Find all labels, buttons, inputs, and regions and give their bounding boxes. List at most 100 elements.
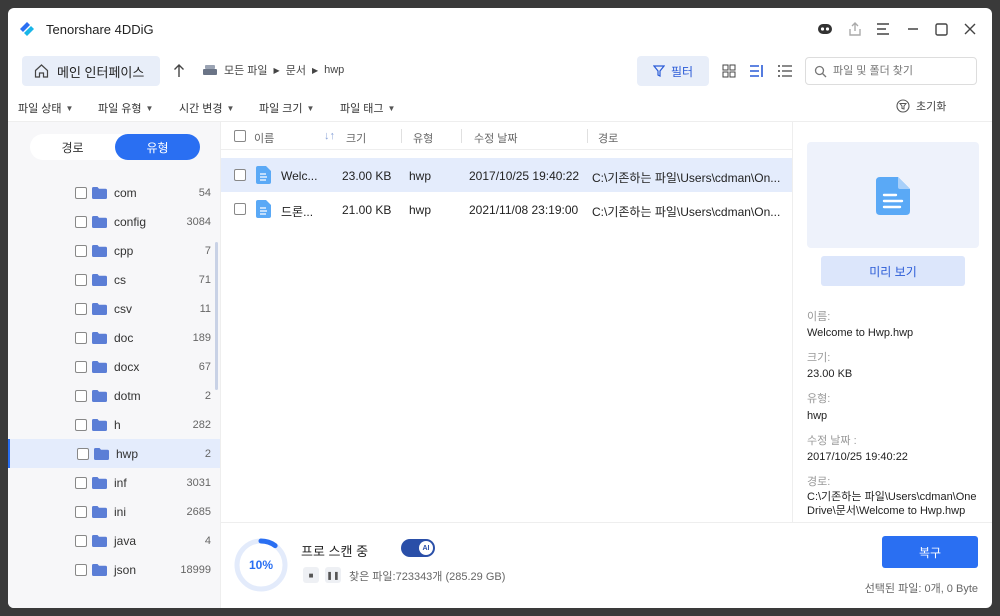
breadcrumb-item[interactable]: 모든 파일 [224,62,268,78]
up-arrow-icon[interactable] [168,60,190,82]
filter-file-tag-dropdown[interactable]: 파일 태그 ▼ [340,100,395,116]
sidebar-item-java[interactable]: java 4 [8,526,220,555]
sidebar-item-count: 54 [198,186,211,199]
column-header-type[interactable]: 유형 [413,130,433,146]
sidebar-item-hwp[interactable]: hwp 2 [8,439,220,468]
file-size: 23.00 KB [342,169,392,183]
list-view-icon[interactable] [774,60,796,82]
search-box[interactable] [805,57,977,85]
sidebar-item-checkbox[interactable] [75,389,87,402]
robot-icon[interactable] [814,18,836,40]
folder-icon [92,273,107,286]
sidebar-item-checkbox[interactable] [75,563,87,576]
file-row[interactable]: 드론... 21.00 KB hwp 2021/11/08 23:19:00 C:\기존… [221,192,792,226]
filter-file-status-dropdown[interactable]: 파일 상태 ▼ [18,100,73,116]
sidebar-item-label: dotm [114,388,141,403]
breadcrumb: 모든 파일 ▶ 문서 ▶ hwp [202,62,344,78]
reset-filters-button[interactable]: 초기화 [896,98,946,114]
file-path: C:\기존하는 파일\Users\cdman\On... [592,205,781,219]
file-path: C:\기존하는 파일\Users\cdman\On... [592,171,781,185]
sidebar-item-dotm[interactable]: dotm 2 [8,381,220,410]
home-button-label: 메인 인터페이스 [57,64,145,80]
navigation-bar: 메인 인터페이스 모든 파일 ▶ 문서 ▶ hwp 필터 [8,52,992,90]
sidebar-item-checkbox[interactable] [75,418,87,431]
tab-type[interactable]: 유형 [115,134,200,160]
sidebar-item-cpp[interactable]: cpp 7 [8,236,220,265]
grid-view-icon[interactable] [718,60,740,82]
detail-view-icon[interactable] [746,60,768,82]
sidebar-item-doc[interactable]: doc 189 [8,323,220,352]
sidebar-scrollbar[interactable] [215,242,218,390]
filter-time-dropdown[interactable]: 시간 변경 ▼ [179,100,234,116]
column-divider [461,129,462,143]
breadcrumb-item[interactable]: hwp [324,64,344,76]
close-icon[interactable] [959,18,981,40]
pause-icon[interactable]: ❚❚ [325,567,341,583]
title-bar: Tenorshare 4DDiG [8,8,992,50]
file-list-header: 이름 ↓↑ 크기 유형 수정 날짜 경로 [221,122,792,150]
folder-icon [92,389,107,402]
column-header-size[interactable]: 크기 [346,130,366,146]
sidebar-item-checkbox[interactable] [75,331,87,344]
sidebar-item-ini[interactable]: ini 2685 [8,497,220,526]
filter-button-label: 필터 [670,64,694,79]
column-header-modified[interactable]: 수정 날짜 [474,130,518,146]
preview-button[interactable]: 미리 보기 [821,256,965,286]
sidebar-item-inf[interactable]: inf 3031 [8,468,220,497]
minimize-icon[interactable] [902,18,924,40]
filter-file-type-dropdown[interactable]: 파일 유형 ▼ [98,100,153,116]
sidebar-item-json[interactable]: json 18999 [8,555,220,584]
sidebar-item-checkbox[interactable] [75,273,87,286]
maximize-icon[interactable] [930,18,952,40]
folder-icon [92,331,107,344]
filter-file-size-dropdown[interactable]: 파일 크기 ▼ [259,100,314,116]
file-row-checkbox[interactable] [234,203,246,215]
file-row[interactable]: Welc... 23.00 KB hwp 2017/10/25 19:40:22 C:\… [221,158,792,192]
sidebar-item-csv[interactable]: csv 11 [8,294,220,323]
file-name: Welc... [281,169,318,183]
filter-dropdown-label: 파일 상태 [18,103,62,115]
sidebar-item-checkbox[interactable] [75,302,87,315]
sidebar-item-checkbox[interactable] [75,244,87,257]
home-button[interactable]: 메인 인터페이스 [22,56,160,86]
sidebar-item-h[interactable]: h 282 [8,410,220,439]
sidebar-item-count: 11 [199,302,211,315]
column-header-name[interactable]: 이름 [254,130,274,146]
tab-path[interactable]: 경로 [30,134,115,160]
filter-dropdown-label: 시간 변경 [179,103,223,115]
file-row-checkbox[interactable] [234,169,246,181]
document-icon [256,166,271,184]
breadcrumb-item[interactable]: 문서 [286,62,306,78]
sidebar-item-count: 7 [204,244,211,257]
file-type: hwp [409,203,432,217]
stop-icon[interactable]: ■ [303,567,319,583]
sidebar-item-checkbox[interactable] [75,505,87,518]
selection-info: 선택된 파일: 0개, 0 Byte [864,583,978,595]
sidebar-item-checkbox[interactable] [77,447,89,460]
column-header-path[interactable]: 경로 [598,130,618,146]
sidebar-item-checkbox[interactable] [75,476,87,489]
sidebar-item-checkbox[interactable] [75,534,87,547]
share-icon[interactable] [844,18,866,40]
sidebar-item-checkbox[interactable] [75,360,87,373]
sort-icon[interactable]: ↓↑ [324,130,335,142]
filter-button[interactable]: 필터 [637,56,709,86]
search-input[interactable] [833,65,963,77]
sidebar-item-count: 67 [198,360,211,373]
menu-icon[interactable] [872,18,894,40]
preview-date-value: 2017/10/25 19:40:22 [807,451,908,463]
sidebar-item-cs[interactable]: cs 71 [8,265,220,294]
recover-button[interactable]: 복구 [882,536,978,568]
ai-toggle[interactable]: AI [401,539,435,557]
sidebar-item-checkbox[interactable] [75,186,87,199]
sidebar-item-com[interactable]: com 54 [8,178,220,207]
chevron-down-icon: ▼ [145,103,154,113]
sidebar-item-config[interactable]: config 3084 [8,207,220,236]
sidebar-item-label: csv [114,301,132,316]
folder-icon [94,447,109,460]
preview-size-value: 23.00 KB [807,368,853,380]
sidebar-item-docx[interactable]: docx 67 [8,352,220,381]
select-all-checkbox[interactable] [234,130,246,142]
sidebar-item-checkbox[interactable] [75,215,87,228]
preview-type-label: 유형: [807,393,831,405]
